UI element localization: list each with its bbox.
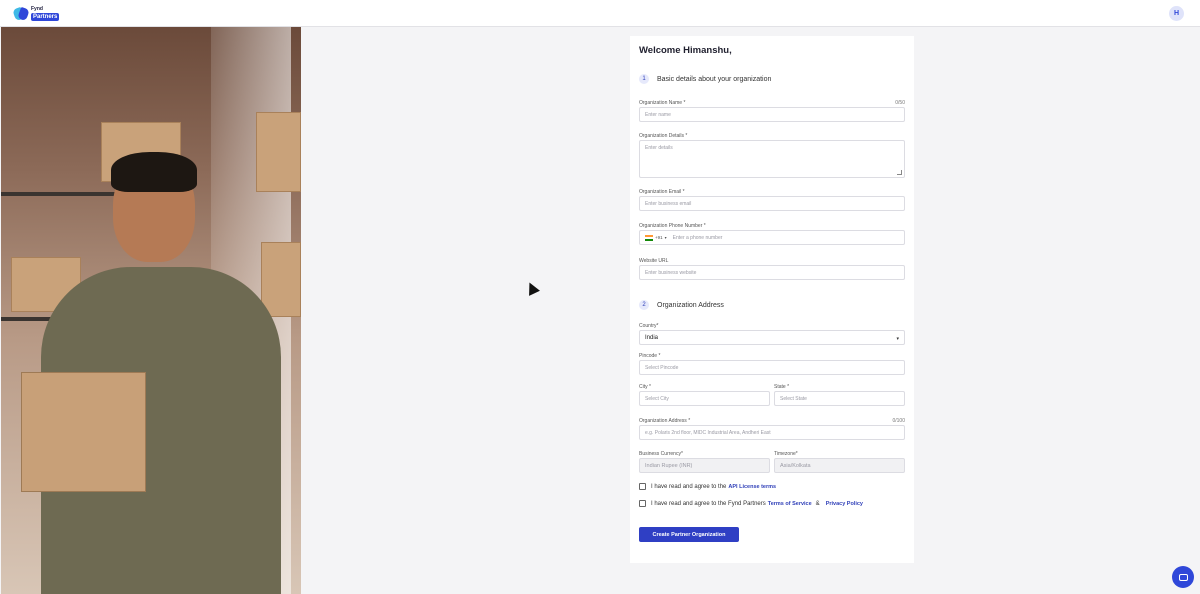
- country-select[interactable]: India ▾: [639, 330, 905, 345]
- currency-field: Indian Rupee (INR): [639, 458, 770, 473]
- org-name-input[interactable]: Enter name: [639, 107, 905, 122]
- org-details-label: Organization Details *: [639, 133, 688, 139]
- page-title: Welcome Himanshu,: [639, 45, 732, 56]
- mouse-cursor-icon: [524, 279, 540, 296]
- org-email-label: Organization Email *: [639, 189, 685, 195]
- currency-label: Business Currency*: [639, 451, 683, 457]
- org-address-input[interactable]: e.g. Polaris 2nd floor, MIDC Industrial …: [639, 425, 905, 440]
- section-organization-address: 2 Organization Address: [639, 300, 724, 310]
- api-license-link[interactable]: API License terms: [728, 484, 776, 490]
- agree-api-row: I have read and agree to the API License…: [639, 483, 776, 490]
- step-label: Organization Address: [657, 301, 724, 309]
- section-basic-details: 1 Basic details about your organization: [639, 74, 771, 84]
- agree-api-checkbox[interactable]: [639, 483, 646, 490]
- chevron-down-icon: ▾: [896, 336, 899, 342]
- agree-terms-checkbox[interactable]: [639, 500, 646, 507]
- org-address-label: Organization Address *: [639, 418, 691, 424]
- state-label: State *: [774, 384, 790, 390]
- org-phone-label: Organization Phone Number *: [639, 223, 706, 229]
- org-details-textarea[interactable]: Enter details: [639, 140, 905, 178]
- website-input[interactable]: Enter business website: [639, 265, 905, 280]
- top-bar: Fynd Partners H: [0, 0, 1200, 27]
- org-name-counter: 0/50: [895, 100, 905, 106]
- agree-terms-text: I have read and agree to the Fynd Partne…: [651, 500, 766, 507]
- privacy-policy-link[interactable]: Privacy Policy: [826, 501, 863, 507]
- step-number: 1: [639, 74, 649, 84]
- step-label: Basic details about your organization: [657, 75, 772, 83]
- phone-placeholder: Enter a phone number: [672, 234, 723, 241]
- hero-photo: [1, 27, 301, 594]
- logo-text-top: Fynd: [31, 5, 43, 12]
- logo-text-bottom: Partners: [31, 12, 60, 21]
- create-organization-form: Welcome Himanshu, 1 Basic details about …: [630, 36, 914, 563]
- country-code[interactable]: +91: [655, 235, 663, 240]
- org-name-label: Organization Name *: [639, 100, 686, 106]
- create-partner-organization-button[interactable]: Create Partner Organization: [639, 527, 739, 542]
- timezone-label: Timezone*: [774, 451, 798, 457]
- agree-api-text: I have read and agree to the: [651, 483, 727, 490]
- ampersand: &: [815, 500, 820, 507]
- fynd-partners-logo[interactable]: Fynd Partners: [14, 5, 60, 22]
- chat-button[interactable]: [1172, 566, 1194, 588]
- resize-handle-icon[interactable]: [897, 170, 902, 175]
- state-select[interactable]: Select State: [774, 391, 905, 406]
- india-flag-icon[interactable]: [645, 234, 653, 241]
- pincode-label: Pincode *: [639, 353, 661, 359]
- org-address-counter: 0/100: [892, 418, 905, 424]
- country-label: Country*: [639, 323, 659, 329]
- terms-of-service-link[interactable]: Terms of Service: [768, 501, 812, 507]
- pincode-select[interactable]: Select Pincode: [639, 360, 905, 375]
- org-phone-input[interactable]: +91 ▾ Enter a phone number: [639, 230, 905, 245]
- user-avatar[interactable]: H: [1169, 6, 1184, 21]
- timezone-field: Asia/Kolkata: [774, 458, 905, 473]
- org-email-input[interactable]: Enter business email: [639, 196, 905, 211]
- fynd-logo-icon: [14, 7, 28, 21]
- website-label: Website URL: [639, 258, 669, 264]
- city-select[interactable]: Select City: [639, 391, 770, 406]
- chevron-down-icon[interactable]: ▾: [665, 235, 667, 240]
- chat-icon: [1178, 573, 1188, 581]
- agree-terms-row: I have read and agree to the Fynd Partne…: [639, 500, 863, 507]
- step-number: 2: [639, 300, 649, 310]
- city-label: City *: [639, 384, 651, 390]
